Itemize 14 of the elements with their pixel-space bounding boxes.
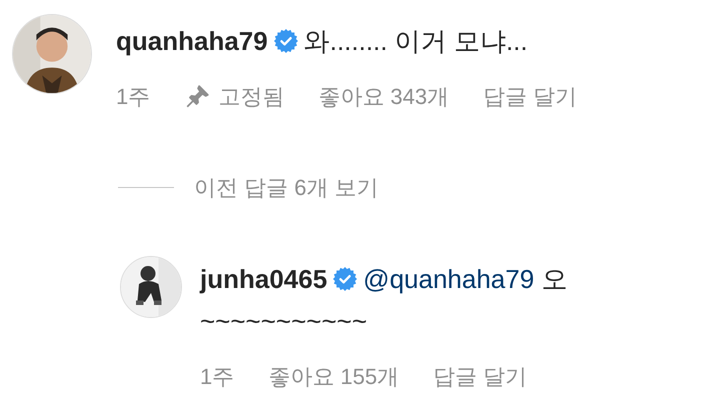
comment-text: 오 (541, 264, 568, 294)
time-text: 1주 (116, 83, 150, 111)
username-link[interactable]: quanhaha79 (116, 26, 268, 56)
view-replies-link[interactable]: 이전 답글 6개 보기 (194, 171, 379, 204)
pinned-label: 고정됨 (218, 83, 284, 111)
reply-link[interactable]: 답글 달기 (433, 360, 528, 393)
comment-text: ~~~~~~~~~~~ (200, 306, 368, 336)
likes-link[interactable]: 좋아요 155개 (268, 360, 400, 393)
reply-link[interactable]: 답글 달기 (483, 80, 578, 113)
likes-link[interactable]: 좋아요 343개 (318, 80, 450, 113)
comment-text: 와........ 이거 모냐... (304, 26, 528, 56)
username-link[interactable]: junha0465 (200, 264, 328, 294)
mention-link[interactable]: @quanhaha79 (363, 264, 534, 294)
time-text: 1주 (200, 363, 234, 391)
